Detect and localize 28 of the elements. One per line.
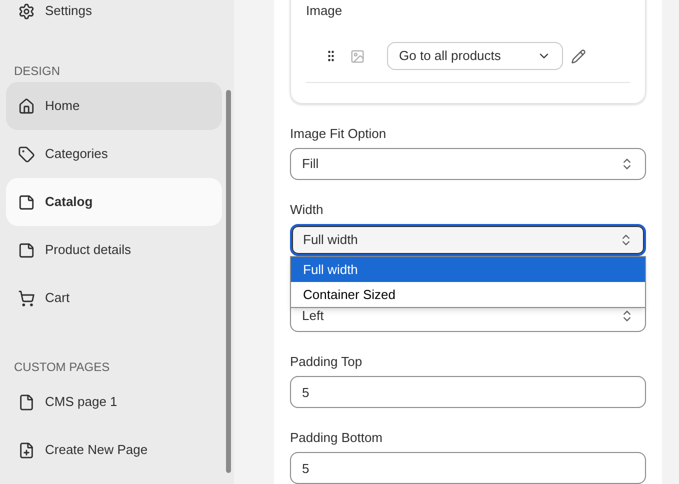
field-label: Padding Bottom [290, 429, 384, 446]
dropdown-option[interactable]: Full width [291, 257, 645, 282]
dropdown-option[interactable]: Container Sized [291, 282, 645, 307]
note-icon [18, 242, 35, 258]
edit-icon[interactable] [571, 48, 586, 64]
sidebar-item[interactable]: Catalog [6, 178, 222, 226]
field-label: Image Fit Option [290, 125, 388, 142]
input-field[interactable]: 5 [290, 376, 646, 408]
select-field[interactable]: Full width [290, 224, 646, 256]
scrollbar[interactable] [226, 90, 231, 473]
tag-icon [18, 146, 35, 162]
sidebar-item[interactable]: Home [6, 82, 222, 130]
section-heading: CUSTOM PAGES [13, 359, 111, 376]
section-heading: DESIGN [13, 63, 62, 80]
gear-icon [18, 2, 35, 20]
note-icon [18, 194, 35, 210]
input-field[interactable]: 5 [290, 452, 646, 484]
file-icon [18, 394, 35, 410]
field-label: Padding Top [290, 353, 364, 370]
card-title: Image [306, 2, 344, 19]
link-select[interactable]: Go to all products [387, 42, 563, 70]
sidebar-item[interactable]: Settings [45, 1, 92, 21]
cart-icon [18, 290, 35, 306]
field-label: Width [290, 201, 324, 218]
home-icon [18, 98, 35, 114]
image-icon [350, 48, 365, 64]
select-field[interactable]: Fill [290, 148, 646, 180]
file-plus-icon [18, 442, 35, 458]
